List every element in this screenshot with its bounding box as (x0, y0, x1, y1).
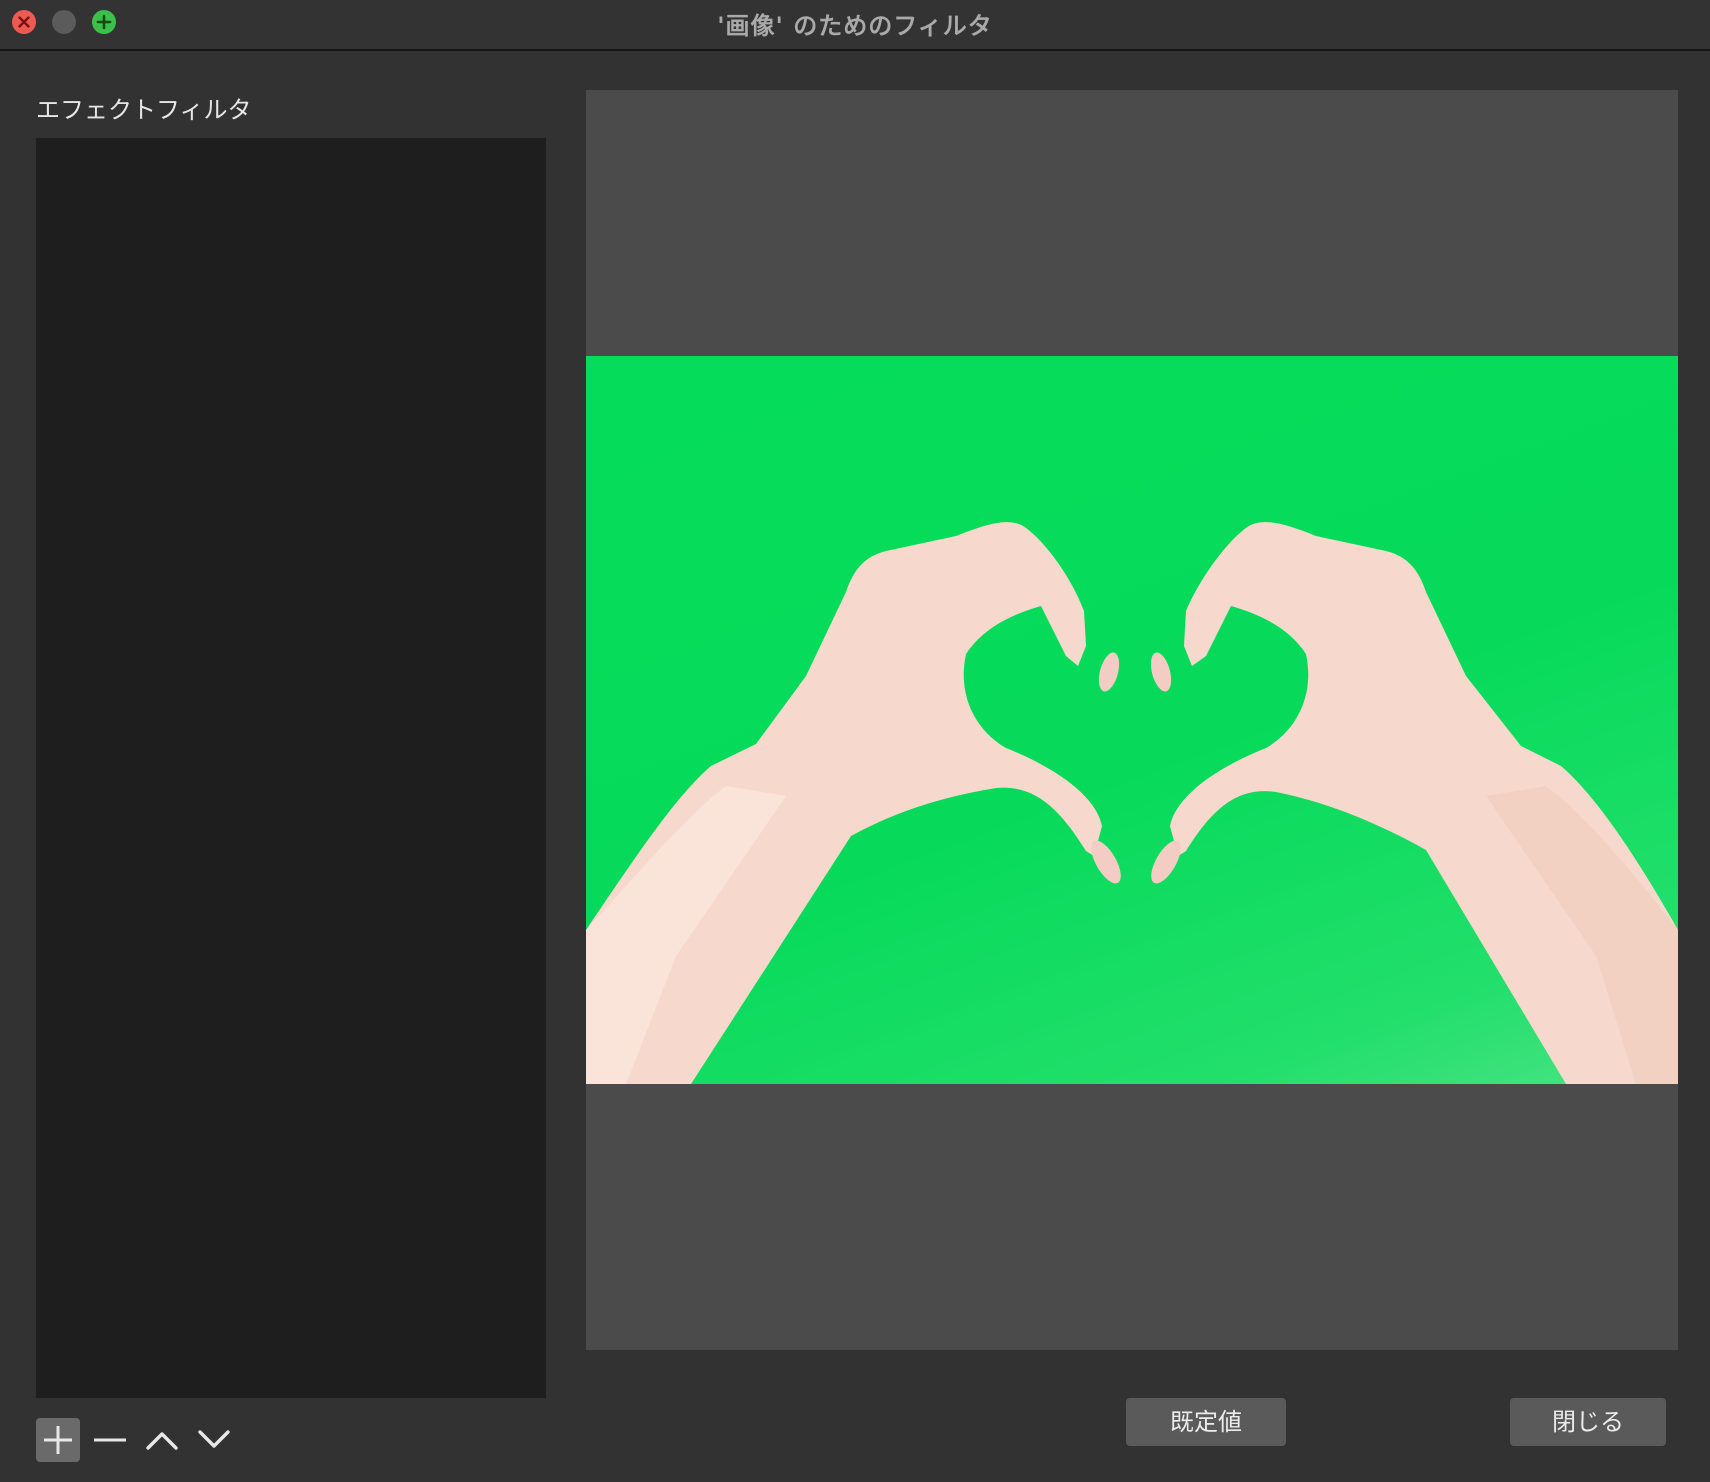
preview-image (586, 356, 1678, 1084)
move-filter-up-button[interactable] (140, 1418, 184, 1462)
minus-icon (94, 1438, 126, 1442)
window-title: '画像' のためのフィルタ (717, 12, 993, 40)
plus-icon (44, 1426, 72, 1454)
preview-area (586, 90, 1678, 1350)
add-filter-button[interactable] (36, 1418, 80, 1462)
move-filter-down-button[interactable] (192, 1418, 236, 1462)
chevron-down-icon (198, 1430, 230, 1448)
filter-list-toolbar (36, 1418, 256, 1462)
filter-window: '画像' のためのフィルタ エフェクトフィルタ 既定値 閉じる (0, 0, 1710, 1482)
close-button[interactable]: 閉じる (1510, 1398, 1666, 1446)
default-values-button[interactable]: 既定値 (1126, 1398, 1286, 1446)
heart-hands-image (586, 522, 1678, 1084)
title-bar[interactable]: '画像' のためのフィルタ (0, 0, 1710, 51)
effect-filter-heading: エフェクトフィルタ (36, 96, 252, 124)
remove-filter-button[interactable] (88, 1418, 132, 1462)
effect-filter-list[interactable] (36, 138, 546, 1398)
chevron-up-icon (146, 1432, 178, 1450)
